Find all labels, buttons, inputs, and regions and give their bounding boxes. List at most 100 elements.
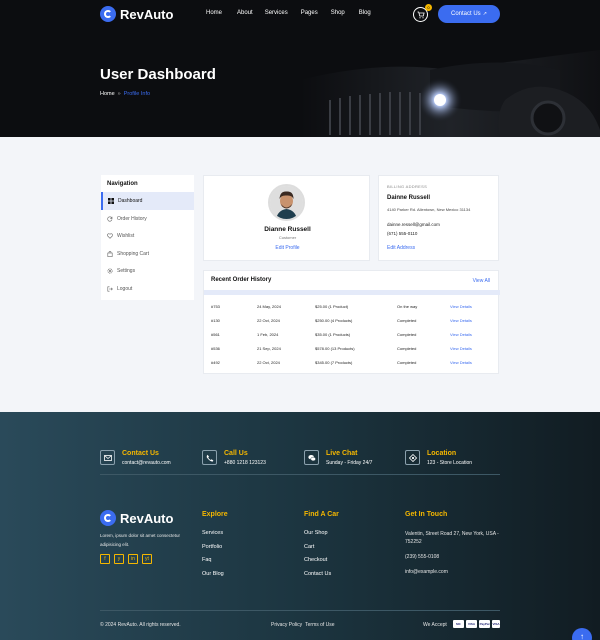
explore-title: Explore — [202, 511, 228, 518]
order-date: 22 Oct, 2024 — [257, 360, 280, 365]
footer-link-blog[interactable]: Our Blog — [202, 571, 224, 577]
billing-address: 4140 Parker Rd. Allentown, New Mexico 31… — [387, 207, 471, 212]
location-icon — [405, 450, 420, 465]
table-row: #753 24 May, 2024 $25.00 (1 Product) On … — [204, 304, 500, 312]
avatar — [268, 184, 305, 221]
youtube-icon[interactable]: yt — [142, 554, 152, 564]
order-id: #130 — [211, 318, 220, 323]
contact-us-button[interactable]: Contact Us ↗ — [438, 5, 500, 23]
sidebar-item-shopping-cart[interactable]: Shopping Cart — [101, 245, 194, 263]
footer-link-faq[interactable]: Faq — [202, 557, 211, 563]
profile-role: Customer — [278, 235, 297, 240]
order-date: 22 Oct, 2024 — [257, 318, 280, 323]
brand-logo[interactable]: RevAuto — [100, 6, 173, 22]
top-navbar: RevAuto Home About Services Pages Shop B… — [0, 0, 600, 28]
view-details-link[interactable]: View Details — [450, 332, 472, 337]
paypal-icon: PayPal — [479, 620, 490, 628]
view-details-link[interactable]: View Details — [450, 360, 472, 365]
sidebar-item-logout[interactable]: Logout — [101, 280, 194, 298]
terms-of-use-link[interactable]: Terms of Use — [305, 622, 334, 628]
order-total: $345.00 (7 Products) — [315, 360, 353, 365]
recent-orders-card: Recent Order History View All #753 24 Ma… — [203, 270, 500, 374]
legal-links: Privacy Policy Terms of Use — [271, 622, 338, 628]
find-car-title: Find A Car — [304, 511, 339, 518]
sidebar-item-label: Wishlist — [117, 233, 135, 239]
edit-profile-link[interactable]: Edit Profile — [204, 245, 371, 251]
table-row: #561 1 Feb, 2024 $35.00 (1 Products) Com… — [204, 332, 500, 340]
edit-address-link[interactable]: Edit Address — [387, 245, 415, 251]
footer-explore-column: Explore Services Portfolio Faq Our Blog — [202, 511, 228, 577]
footer-email[interactable]: info@example.com — [405, 568, 448, 576]
footer-link-services[interactable]: Services — [202, 530, 223, 536]
order-id: #492 — [211, 360, 220, 365]
linkedin-icon[interactable]: in — [128, 554, 138, 564]
nav-shop[interactable]: Shop — [331, 10, 345, 16]
contact-title: Location — [427, 450, 457, 457]
footer-get-in-touch-column: Get In Touch Valentin, Street Road 27, N… — [405, 511, 499, 575]
footer-link-contact[interactable]: Contact Us — [304, 571, 331, 577]
footer-about-text: Lorem, ipsum dolor sit amet consectetur … — [100, 533, 181, 547]
hero-banner: RevAuto Home About Services Pages Shop B… — [0, 0, 600, 137]
footer-link-portfolio[interactable]: Portfolio — [202, 544, 222, 550]
order-id: #561 — [211, 332, 220, 337]
logo-icon — [100, 6, 116, 22]
sidebar-item-order-history[interactable]: Order History — [101, 210, 194, 228]
logo-icon — [100, 510, 116, 526]
profile-card: Dianne Russell Customer Edit Profile — [203, 175, 370, 261]
mail-icon — [100, 450, 115, 465]
sidebar-item-label: Dashboard — [118, 198, 143, 204]
nav-about[interactable]: About — [237, 10, 253, 16]
footer-link-cart[interactable]: Cart — [304, 544, 314, 550]
bag-icon — [107, 251, 113, 257]
brand-name: RevAuto — [120, 6, 174, 22]
billing-address-card: BILLING ADDRESS Dainne Russell 4140 Park… — [378, 175, 499, 261]
billing-name: Dainne Russell — [387, 195, 431, 201]
order-status: Completed — [397, 360, 417, 365]
order-status: Completed — [397, 332, 417, 337]
footer-link-checkout[interactable]: Checkout — [304, 557, 327, 563]
footer-phone[interactable]: (239) 555-0108 — [405, 553, 439, 561]
twitter-icon[interactable]: y — [114, 554, 124, 564]
breadcrumb-separator-icon: » — [117, 91, 121, 97]
privacy-policy-link[interactable]: Privacy Policy — [271, 622, 302, 628]
footer-brand-logo[interactable]: RevAuto — [100, 510, 173, 526]
billing-email: dainne.ressell@gmail.com — [387, 222, 440, 227]
site-footer: Contact Us contact@revauto.com Call Us +… — [0, 412, 600, 640]
page-title: User Dashboard — [100, 66, 216, 83]
contact-value: Sunday - Friday 24/7 — [326, 460, 373, 466]
footer-divider — [100, 474, 500, 475]
contact-title: Live Chat — [326, 450, 358, 457]
orders-table-header — [204, 290, 500, 295]
contact-title: Contact Us — [122, 450, 159, 457]
footer-link-shop[interactable]: Our Shop — [304, 530, 328, 536]
view-all-link[interactable]: View All — [473, 278, 490, 284]
copyright-text: © 2024 RevAuto. All rights reserved. — [100, 622, 181, 628]
order-date: 21 Sep, 2024 — [257, 346, 281, 351]
dashboard-sidebar: Navigation Dashboard Order History Wishl… — [101, 175, 194, 300]
order-total: $35.00 (1 Products) — [315, 332, 351, 337]
breadcrumb-home[interactable]: Home — [100, 91, 115, 97]
facebook-icon[interactable]: f — [100, 554, 110, 564]
order-status: Completed — [397, 318, 417, 323]
nav-blog[interactable]: Blog — [359, 10, 371, 16]
sidebar-item-wishlist[interactable]: Wishlist — [101, 227, 194, 245]
contact-value: 123 - Store Location — [427, 460, 473, 466]
cart-count-badge: 0 — [425, 4, 432, 11]
nav-pages[interactable]: Pages — [301, 10, 318, 16]
view-details-link[interactable]: View Details — [450, 346, 472, 351]
sidebar-item-settings[interactable]: Settings — [101, 262, 194, 280]
nav-services[interactable]: Services — [265, 10, 288, 16]
footer-bottom-divider — [100, 610, 500, 611]
nav-home[interactable]: Home — [206, 10, 222, 16]
sidebar-item-label: Order History — [117, 216, 147, 222]
contact-value: +880 1218 123123 — [224, 460, 266, 466]
sidebar-heading: Navigation — [107, 181, 138, 187]
cart-button[interactable]: 0 — [413, 4, 432, 22]
view-details-link[interactable]: View Details — [450, 304, 472, 309]
view-details-link[interactable]: View Details — [450, 318, 472, 323]
sidebar-item-dashboard[interactable]: Dashboard — [101, 192, 194, 210]
sidebar-item-label: Settings — [117, 268, 136, 274]
order-total: $578.00 (13 Products) — [315, 346, 355, 351]
order-id: #753 — [211, 304, 220, 309]
sidebar-item-label: Logout — [117, 286, 133, 292]
